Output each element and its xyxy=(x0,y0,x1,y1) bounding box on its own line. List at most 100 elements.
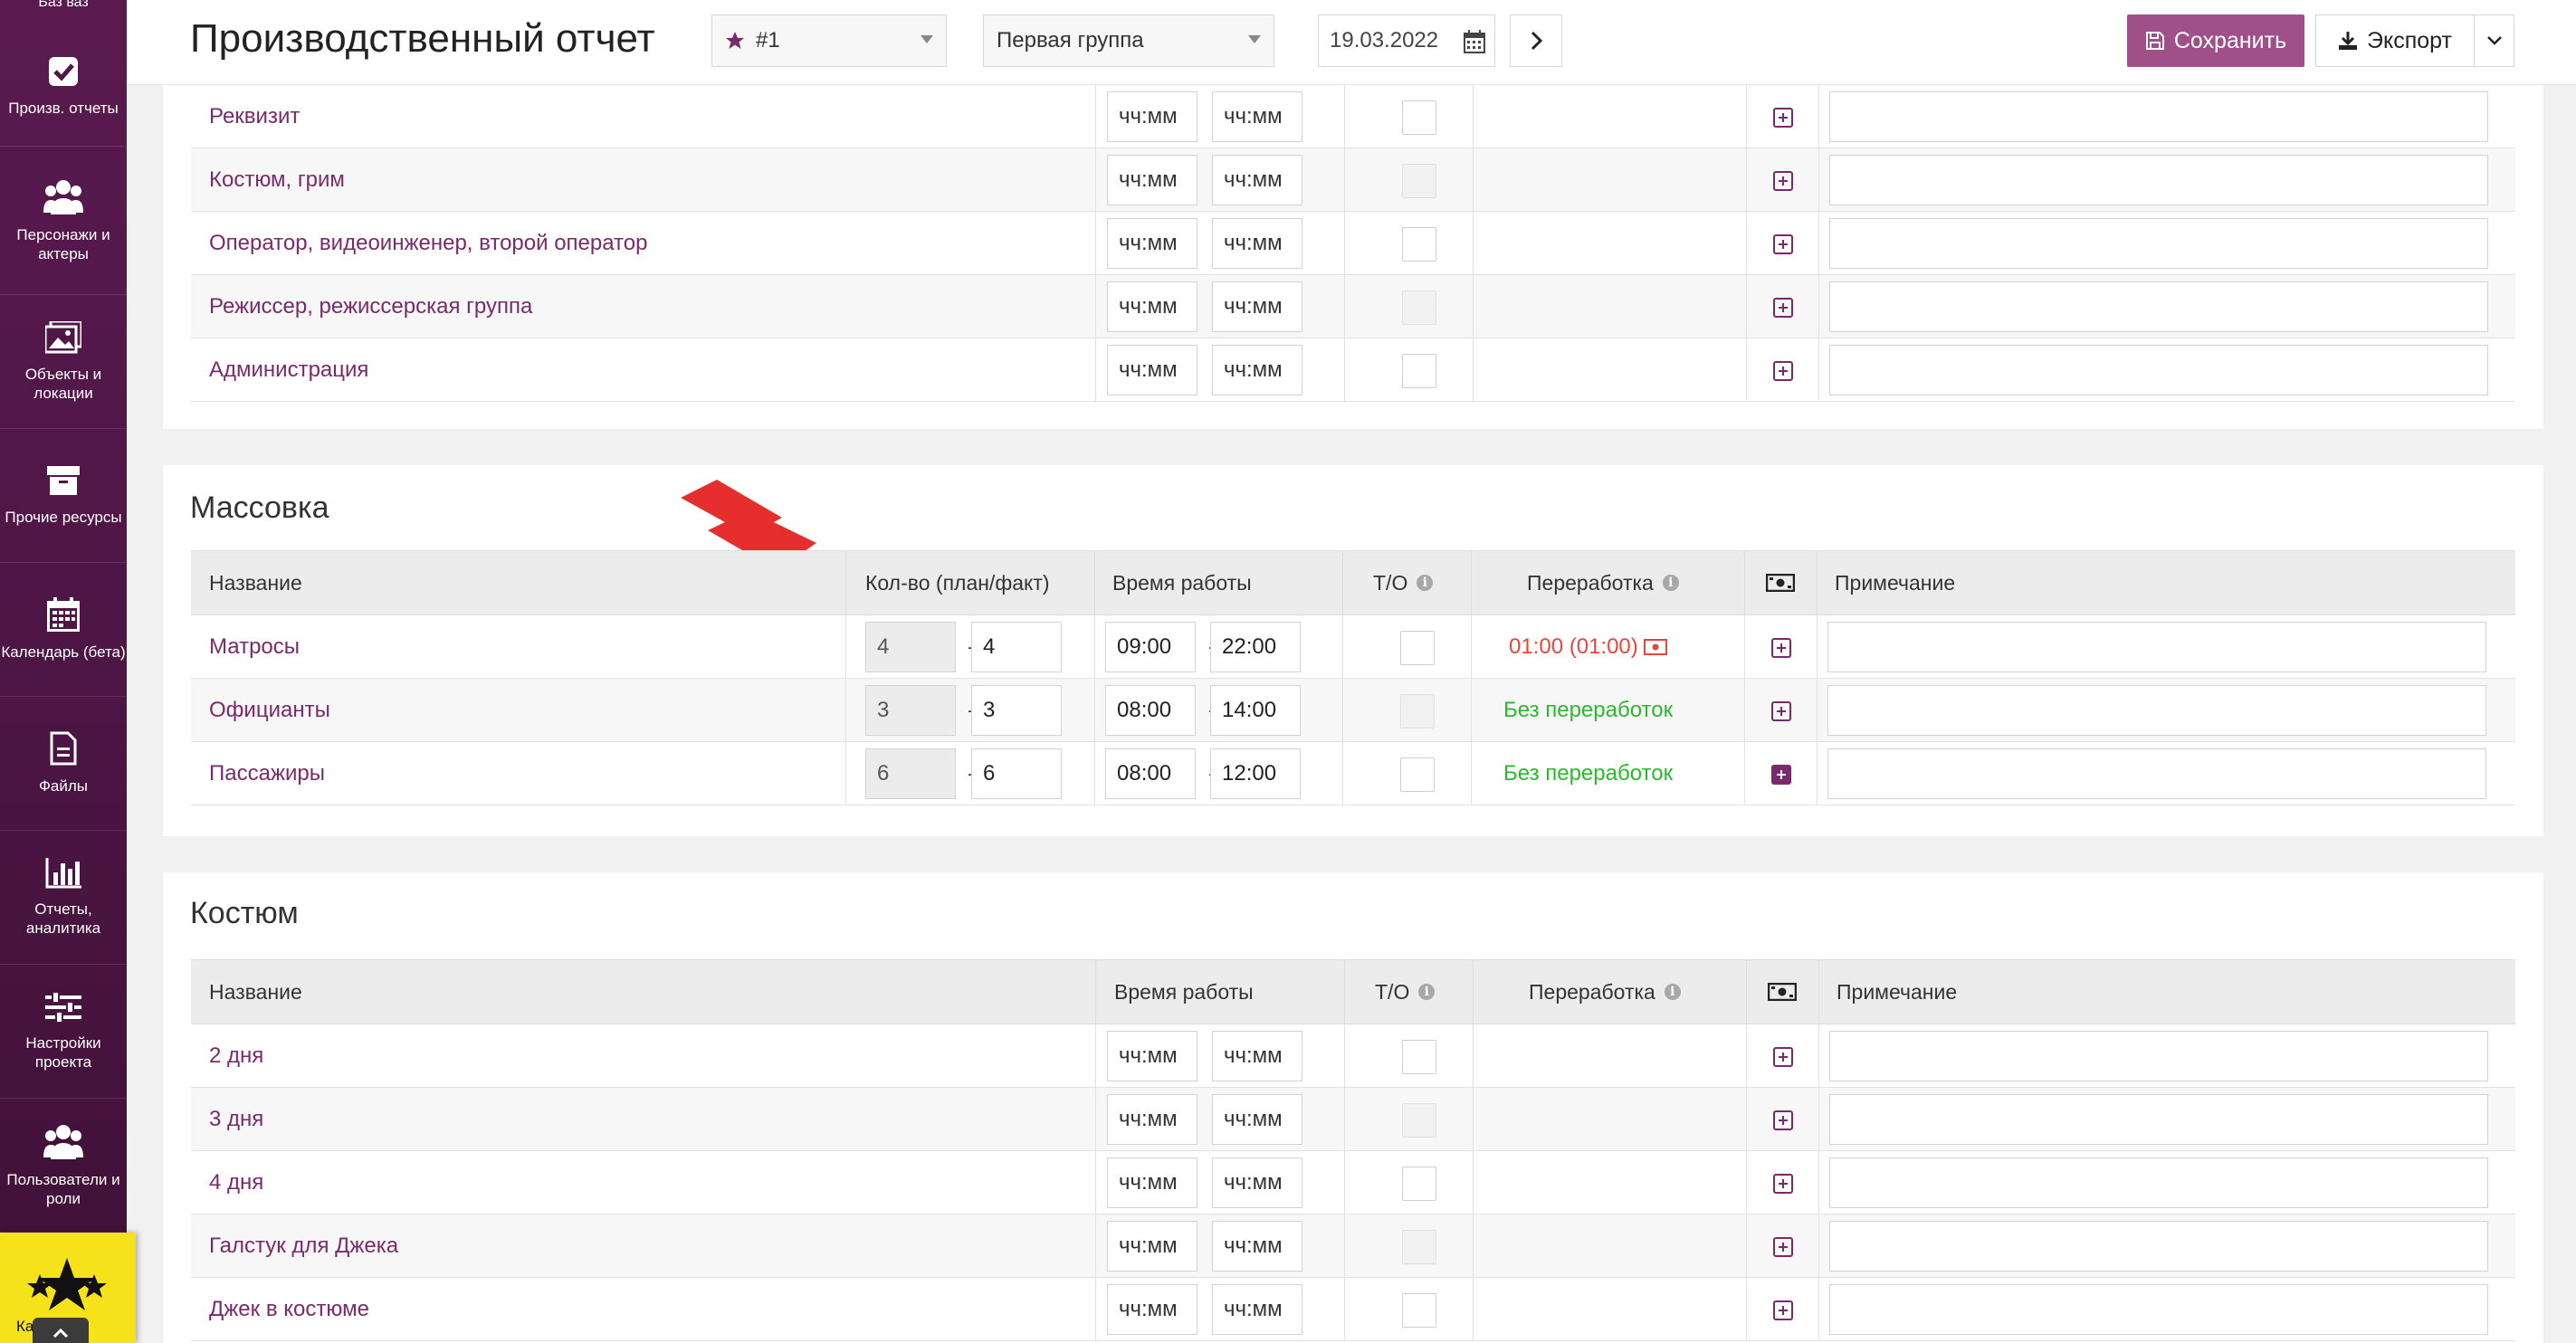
add-payment-icon[interactable] xyxy=(1773,1047,1793,1067)
note-input[interactable] xyxy=(1829,155,2488,205)
add-payment-icon[interactable] xyxy=(1773,1110,1793,1130)
add-payment-icon[interactable] xyxy=(1773,361,1793,381)
to-checkbox[interactable] xyxy=(1400,757,1435,792)
row-name-link[interactable]: Джек в костюме xyxy=(209,1278,369,1341)
start-time-input[interactable]: чч:мм xyxy=(1107,1221,1197,1272)
end-time-input[interactable]: чч:мм xyxy=(1212,1221,1302,1272)
kinobaza-promo[interactable]: Ка аза xyxy=(0,1233,136,1343)
start-time-input[interactable]: 08:00 xyxy=(1105,685,1196,736)
to-checkbox[interactable] xyxy=(1400,631,1435,665)
end-time-input[interactable]: 14:00 xyxy=(1210,685,1301,736)
end-time-input[interactable]: 22:00 xyxy=(1210,622,1301,672)
row-name-link[interactable]: Администрация xyxy=(209,338,368,402)
note-input[interactable] xyxy=(1829,1094,2488,1145)
to-checkbox[interactable] xyxy=(1402,100,1436,135)
scroll-up-button[interactable] xyxy=(33,1318,89,1343)
row-name-link[interactable]: Официанты xyxy=(209,679,330,742)
to-checkbox[interactable] xyxy=(1402,354,1436,388)
export-button[interactable]: Экспорт xyxy=(2315,14,2475,67)
start-time-input[interactable]: чч:мм xyxy=(1107,1094,1197,1145)
fact-qty-input[interactable]: 3 xyxy=(971,685,1062,736)
row-name-link[interactable]: Галстук для Джека xyxy=(209,1214,398,1278)
end-time-input[interactable]: чч:мм xyxy=(1212,1094,1302,1145)
to-checkbox[interactable] xyxy=(1400,694,1435,729)
start-time-input[interactable]: чч:мм xyxy=(1107,1284,1197,1335)
row-name-link[interactable]: 3 дня xyxy=(209,1088,263,1151)
note-input[interactable] xyxy=(1827,622,2486,672)
end-time-input[interactable]: чч:мм xyxy=(1212,345,1302,395)
sidebar-item-users[interactable]: Пользователи и роли xyxy=(0,1099,127,1233)
to-checkbox[interactable] xyxy=(1402,1230,1436,1264)
add-payment-icon[interactable] xyxy=(1773,1237,1793,1257)
end-time-input[interactable]: 12:00 xyxy=(1210,748,1301,799)
start-time-input[interactable]: чч:мм xyxy=(1107,218,1197,269)
add-payment-icon[interactable] xyxy=(1773,108,1793,128)
row-name-link[interactable]: Костюм, грим xyxy=(209,148,345,212)
note-input[interactable] xyxy=(1829,218,2488,269)
to-checkbox[interactable] xyxy=(1402,1103,1436,1138)
to-checkbox[interactable] xyxy=(1402,1293,1436,1328)
add-payment-icon[interactable] xyxy=(1773,298,1793,318)
fact-qty-input[interactable]: 6 xyxy=(971,748,1062,799)
note-input[interactable] xyxy=(1827,685,2486,736)
start-time-input[interactable]: чч:мм xyxy=(1107,281,1197,332)
row-name-link[interactable]: 2 дня xyxy=(209,1024,263,1088)
info-icon[interactable]: i xyxy=(1662,575,1679,591)
row-name-link[interactable]: Реквизит xyxy=(209,85,300,148)
note-input[interactable] xyxy=(1827,748,2486,799)
add-payment-icon[interactable] xyxy=(1771,638,1791,658)
end-time-input[interactable]: чч:мм xyxy=(1212,155,1302,205)
row-name-link[interactable]: Оператор, видеоинженер, второй оператор xyxy=(209,212,647,275)
sidebar-item-calendar[interactable]: Календарь (бета) xyxy=(0,563,127,697)
date-input[interactable]: 19.03.2022 xyxy=(1318,14,1495,67)
sidebar-item-project-settings[interactable]: Настройки проекта xyxy=(0,965,127,1099)
end-time-input[interactable]: чч:мм xyxy=(1212,91,1302,142)
start-time-input[interactable]: чч:мм xyxy=(1107,1157,1197,1208)
fact-qty-input[interactable]: 4 xyxy=(971,622,1062,672)
sidebar-item-characters[interactable]: Персонажи и актеры xyxy=(0,147,127,295)
note-input[interactable] xyxy=(1829,1284,2488,1335)
sidebar-item-locations[interactable]: Объекты и локации xyxy=(0,295,127,429)
note-input[interactable] xyxy=(1829,1031,2488,1081)
end-time-input[interactable]: чч:мм xyxy=(1212,1157,1302,1208)
row-name-link[interactable]: Матросы xyxy=(209,615,300,679)
row-name-link[interactable]: Пассажиры xyxy=(209,742,325,805)
to-checkbox[interactable] xyxy=(1402,1167,1436,1201)
start-time-input[interactable]: чч:мм xyxy=(1107,155,1197,205)
group-select[interactable]: Первая группа xyxy=(983,14,1274,67)
start-time-input[interactable]: чч:мм xyxy=(1107,345,1197,395)
note-input[interactable] xyxy=(1829,281,2488,332)
sidebar-item-reports[interactable]: Произв. отчеты xyxy=(0,27,127,147)
end-time-input[interactable]: чч:мм xyxy=(1212,281,1302,332)
note-input[interactable] xyxy=(1829,91,2488,142)
add-payment-icon[interactable] xyxy=(1773,171,1793,191)
next-date-button[interactable] xyxy=(1510,14,1562,67)
start-time-input[interactable]: 09:00 xyxy=(1105,622,1196,672)
info-icon[interactable]: i xyxy=(1418,984,1436,1000)
save-button[interactable]: Сохранить xyxy=(2127,14,2304,67)
row-name-link[interactable]: 4 дня xyxy=(209,1151,263,1214)
end-time-input[interactable]: чч:мм xyxy=(1212,1284,1302,1335)
note-input[interactable] xyxy=(1829,345,2488,395)
start-time-input[interactable]: 08:00 xyxy=(1105,748,1196,799)
sidebar-item-analytics[interactable]: Отчеты, аналитика xyxy=(0,831,127,965)
note-input[interactable] xyxy=(1829,1157,2488,1208)
start-time-input[interactable]: чч:мм xyxy=(1107,91,1197,142)
note-input[interactable] xyxy=(1829,1221,2488,1272)
add-payment-icon[interactable] xyxy=(1771,701,1791,721)
sidebar-item-resources[interactable]: Прочие ресурсы xyxy=(0,429,127,563)
to-checkbox[interactable] xyxy=(1402,227,1436,262)
start-time-input[interactable]: чч:мм xyxy=(1107,1031,1197,1081)
end-time-input[interactable]: чч:мм xyxy=(1212,218,1302,269)
add-payment-icon[interactable] xyxy=(1771,765,1791,785)
info-icon[interactable]: i xyxy=(1417,575,1434,591)
to-checkbox[interactable] xyxy=(1402,164,1436,198)
to-checkbox[interactable] xyxy=(1402,1040,1436,1074)
report-select[interactable]: #1 xyxy=(711,14,947,67)
info-icon[interactable]: i xyxy=(1664,984,1681,1000)
export-dropdown-button[interactable] xyxy=(2475,14,2514,67)
add-payment-icon[interactable] xyxy=(1773,1174,1793,1194)
end-time-input[interactable]: чч:мм xyxy=(1212,1031,1302,1081)
add-payment-icon[interactable] xyxy=(1773,1300,1793,1320)
to-checkbox[interactable] xyxy=(1402,291,1436,325)
